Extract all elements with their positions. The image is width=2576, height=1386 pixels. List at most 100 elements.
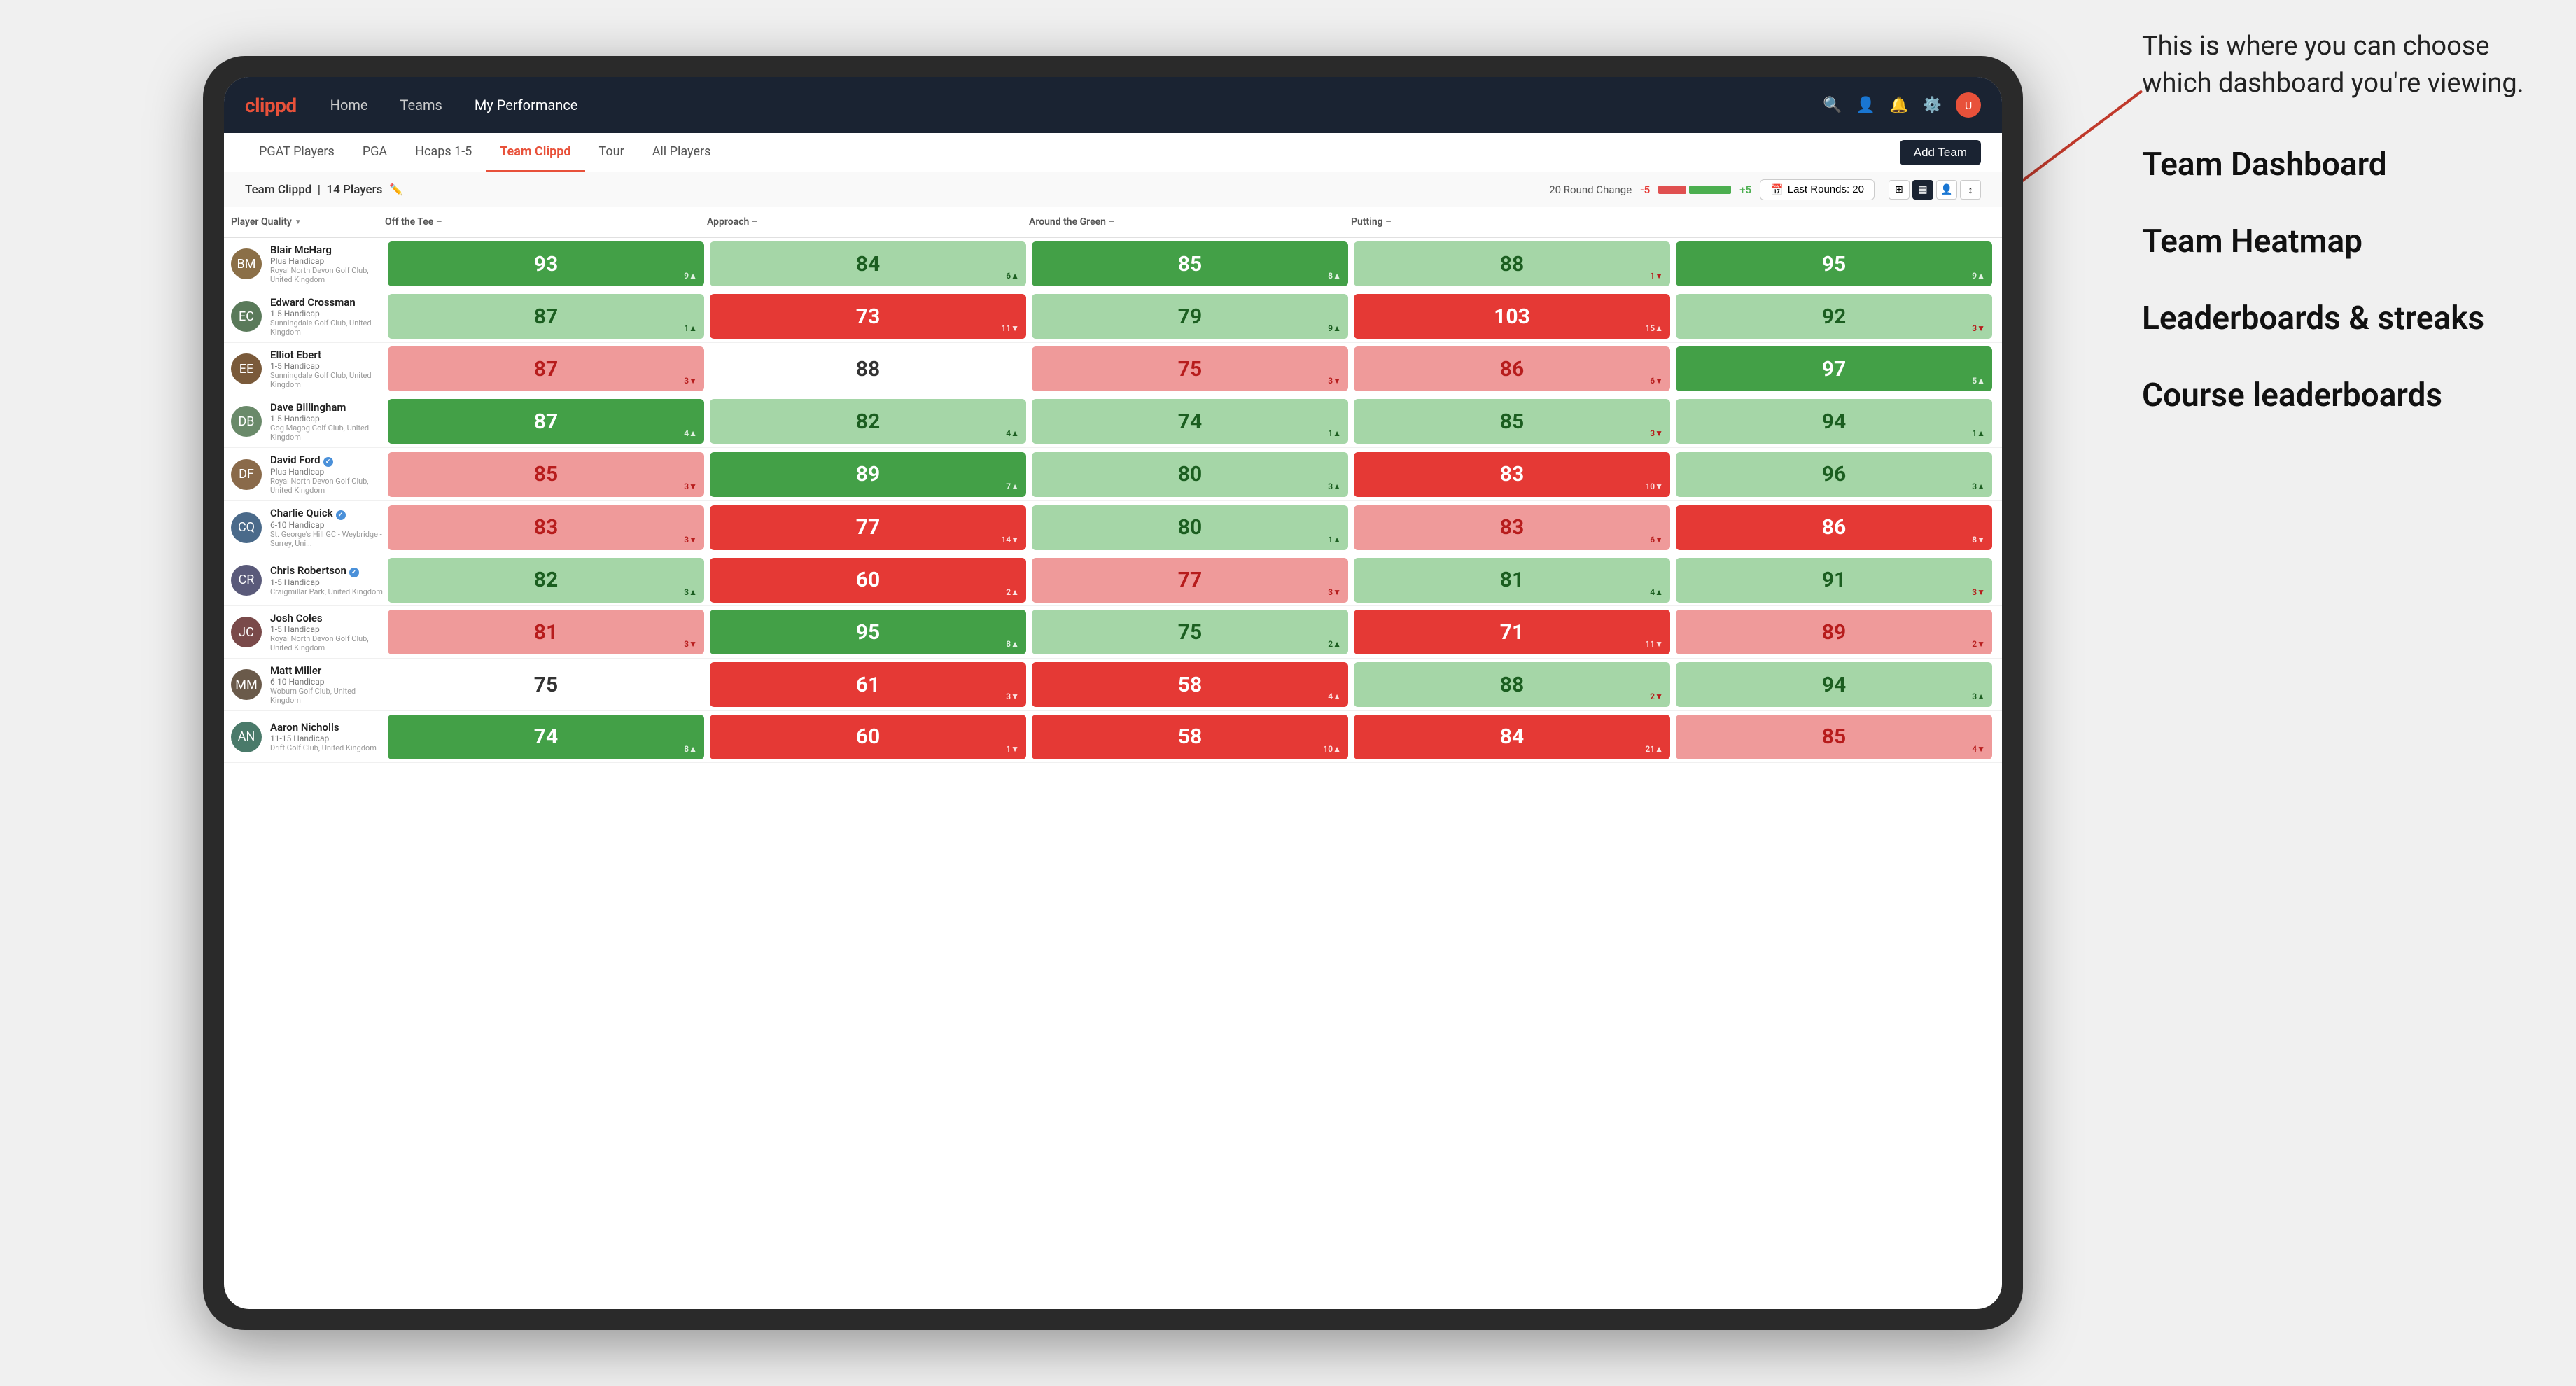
add-team-button[interactable]: Add Team xyxy=(1900,140,1981,165)
score-cell: 75 xyxy=(388,662,704,707)
player-cell: ECEdward Crossman1-5 HandicapSunningdale… xyxy=(231,290,385,342)
player-avatar: CQ xyxy=(231,512,262,543)
card-view-button[interactable]: 👤 xyxy=(1936,180,1957,200)
player-handicap: 1-5 Handicap xyxy=(270,361,385,371)
score-cell: 897▲ xyxy=(710,452,1026,497)
score-change: 3▼ xyxy=(1006,692,1019,701)
neg-label: -5 xyxy=(1640,183,1650,196)
score-cell: 584▲ xyxy=(1032,662,1348,707)
nav-link-home[interactable]: Home xyxy=(325,94,374,116)
col-header-player: Player Quality ▼ xyxy=(231,216,385,227)
score-cell: 88 xyxy=(710,346,1026,391)
table-header: Player Quality ▼ Off the Tee — Approach … xyxy=(224,207,2002,238)
user-icon[interactable]: 👤 xyxy=(1856,97,1875,114)
top-nav: clippd Home Teams My Performance 🔍 👤 🔔 ⚙… xyxy=(224,77,2002,133)
player-handicap: 1-5 Handicap xyxy=(270,624,385,634)
score-cell: 8310▼ xyxy=(1354,452,1670,497)
score-value: 85 xyxy=(1178,252,1202,276)
score-change: 3▲ xyxy=(1972,482,1985,491)
annotation-list: Team Dashboard Team Heatmap Leaderboards… xyxy=(2142,144,2534,416)
player-handicap: 1-5 Handicap xyxy=(270,578,383,587)
table-row[interactable]: DBDave Billingham1-5 HandicapGog Magog G… xyxy=(224,396,2002,448)
sort-button[interactable]: ↕ xyxy=(1960,180,1981,200)
table-row[interactable]: BMBlair McHargPlus HandicapRoyal North D… xyxy=(224,238,2002,290)
table-row[interactable]: MMMatt Miller6-10 HandicapWoburn Golf Cl… xyxy=(224,659,2002,711)
subnav-hcaps[interactable]: Hcaps 1-5 xyxy=(401,133,486,172)
player-handicap: 6-10 Handicap xyxy=(270,677,385,687)
score-change: 1▼ xyxy=(1650,271,1663,281)
player-info: Edward Crossman1-5 HandicapSunningdale G… xyxy=(270,296,385,337)
score-cell: 803▲ xyxy=(1032,452,1348,497)
round-change-area: 20 Round Change -5 +5 📅 Last Rounds: 20 … xyxy=(1549,179,1981,200)
score-change: 1▲ xyxy=(1972,428,1985,438)
player-handicap: 6-10 Handicap xyxy=(270,520,385,530)
subnav-teamclippd[interactable]: Team Clippd xyxy=(486,133,584,172)
player-club: Royal North Devon Golf Club, United King… xyxy=(270,266,385,284)
player-cell: CQCharlie Quick✓6-10 HandicapSt. George'… xyxy=(231,501,385,554)
table-row[interactable]: CRChris Robertson✓1-5 HandicapCraigmilla… xyxy=(224,554,2002,606)
score-value: 88 xyxy=(856,357,880,382)
score-change: 14▼ xyxy=(1001,535,1019,545)
grid-view-button[interactable]: ⊞ xyxy=(1889,180,1910,200)
score-value: 82 xyxy=(856,410,880,434)
score-cell: 10315▲ xyxy=(1354,294,1670,339)
bell-icon[interactable]: 🔔 xyxy=(1889,97,1908,114)
score-value: 95 xyxy=(856,620,880,645)
search-icon[interactable]: 🔍 xyxy=(1823,97,1842,114)
pos-label: +5 xyxy=(1740,183,1751,196)
table-row[interactable]: DFDavid Ford✓Plus HandicapRoyal North De… xyxy=(224,448,2002,501)
nav-link-myperformance[interactable]: My Performance xyxy=(469,94,584,116)
table-row[interactable]: EEElliot Ebert1-5 HandicapSunningdale Go… xyxy=(224,343,2002,396)
player-cell: DFDavid Ford✓Plus HandicapRoyal North De… xyxy=(231,448,385,500)
subnav-allplayers[interactable]: All Players xyxy=(638,133,725,172)
score-change: 3▼ xyxy=(1328,587,1341,597)
score-change: 3▼ xyxy=(1972,323,1985,333)
player-info: Aaron Nicholls11-15 HandicapDrift Golf C… xyxy=(270,721,377,752)
score-cell: 741▲ xyxy=(1032,399,1348,444)
subnav-pga[interactable]: PGA xyxy=(349,133,401,172)
player-avatar: AN xyxy=(231,722,262,752)
score-value: 94 xyxy=(1822,410,1846,434)
score-cell: 854▼ xyxy=(1676,715,1992,760)
score-cell: 94 1▲ xyxy=(1676,399,1992,444)
table-row[interactable]: ECEdward Crossman1-5 HandicapSunningdale… xyxy=(224,290,2002,343)
table-row[interactable]: CQCharlie Quick✓6-10 HandicapSt. George'… xyxy=(224,501,2002,554)
player-cell: CRChris Robertson✓1-5 HandicapCraigmilla… xyxy=(231,559,385,602)
last-rounds-button[interactable]: 📅 Last Rounds: 20 xyxy=(1760,179,1875,200)
table-row[interactable]: AN Aaron Nicholls11-15 HandicapDrift Golf… xyxy=(224,711,2002,763)
score-cell: 836▼ xyxy=(1354,505,1670,550)
score-cell: 858▲ xyxy=(1032,241,1348,286)
score-value: 75 xyxy=(1178,620,1202,645)
player-name: Aaron Nicholls xyxy=(270,721,377,734)
edit-icon[interactable]: ✏️ xyxy=(389,183,403,196)
score-cell: 959▲ xyxy=(1676,241,1992,286)
player-name: Charlie Quick✓ xyxy=(270,507,385,520)
player-info: Dave Billingham1-5 HandicapGog Magog Gol… xyxy=(270,401,385,442)
player-name: David Ford✓ xyxy=(270,454,385,467)
settings-icon[interactable]: ⚙️ xyxy=(1923,97,1942,114)
score-value: 77 xyxy=(1178,568,1202,592)
score-change: 3▲ xyxy=(1972,692,1985,701)
subnav-tour[interactable]: Tour xyxy=(585,133,638,172)
table-view-button[interactable]: ▦ xyxy=(1912,180,1933,200)
score-change: 6▲ xyxy=(1006,271,1019,281)
score-cell: 846▲ xyxy=(710,241,1026,286)
score-change: 4▼ xyxy=(1972,744,1985,754)
score-cell: 823▲ xyxy=(388,558,704,603)
player-avatar: MM xyxy=(231,669,262,700)
score-value: 79 xyxy=(1178,304,1202,329)
table-row[interactable]: JCJosh Coles1-5 HandicapRoyal North Devo… xyxy=(224,606,2002,659)
score-cell: 833▼ xyxy=(388,505,704,550)
score-cell: 801▲ xyxy=(1032,505,1348,550)
subnav-pgat[interactable]: PGAT Players xyxy=(245,133,349,172)
nav-link-teams[interactable]: Teams xyxy=(395,94,448,116)
score-value: 71 xyxy=(1500,620,1524,645)
score-change: 3▼ xyxy=(684,376,697,386)
verified-icon: ✓ xyxy=(349,568,359,578)
score-change: 10▲ xyxy=(1323,744,1341,754)
player-info: Elliot Ebert1-5 HandicapSunningdale Golf… xyxy=(270,349,385,389)
score-value: 83 xyxy=(1500,462,1524,486)
avatar[interactable]: U xyxy=(1956,92,1981,118)
score-cell: 824▲ xyxy=(710,399,1026,444)
player-club: Royal North Devon Golf Club, United King… xyxy=(270,477,385,495)
